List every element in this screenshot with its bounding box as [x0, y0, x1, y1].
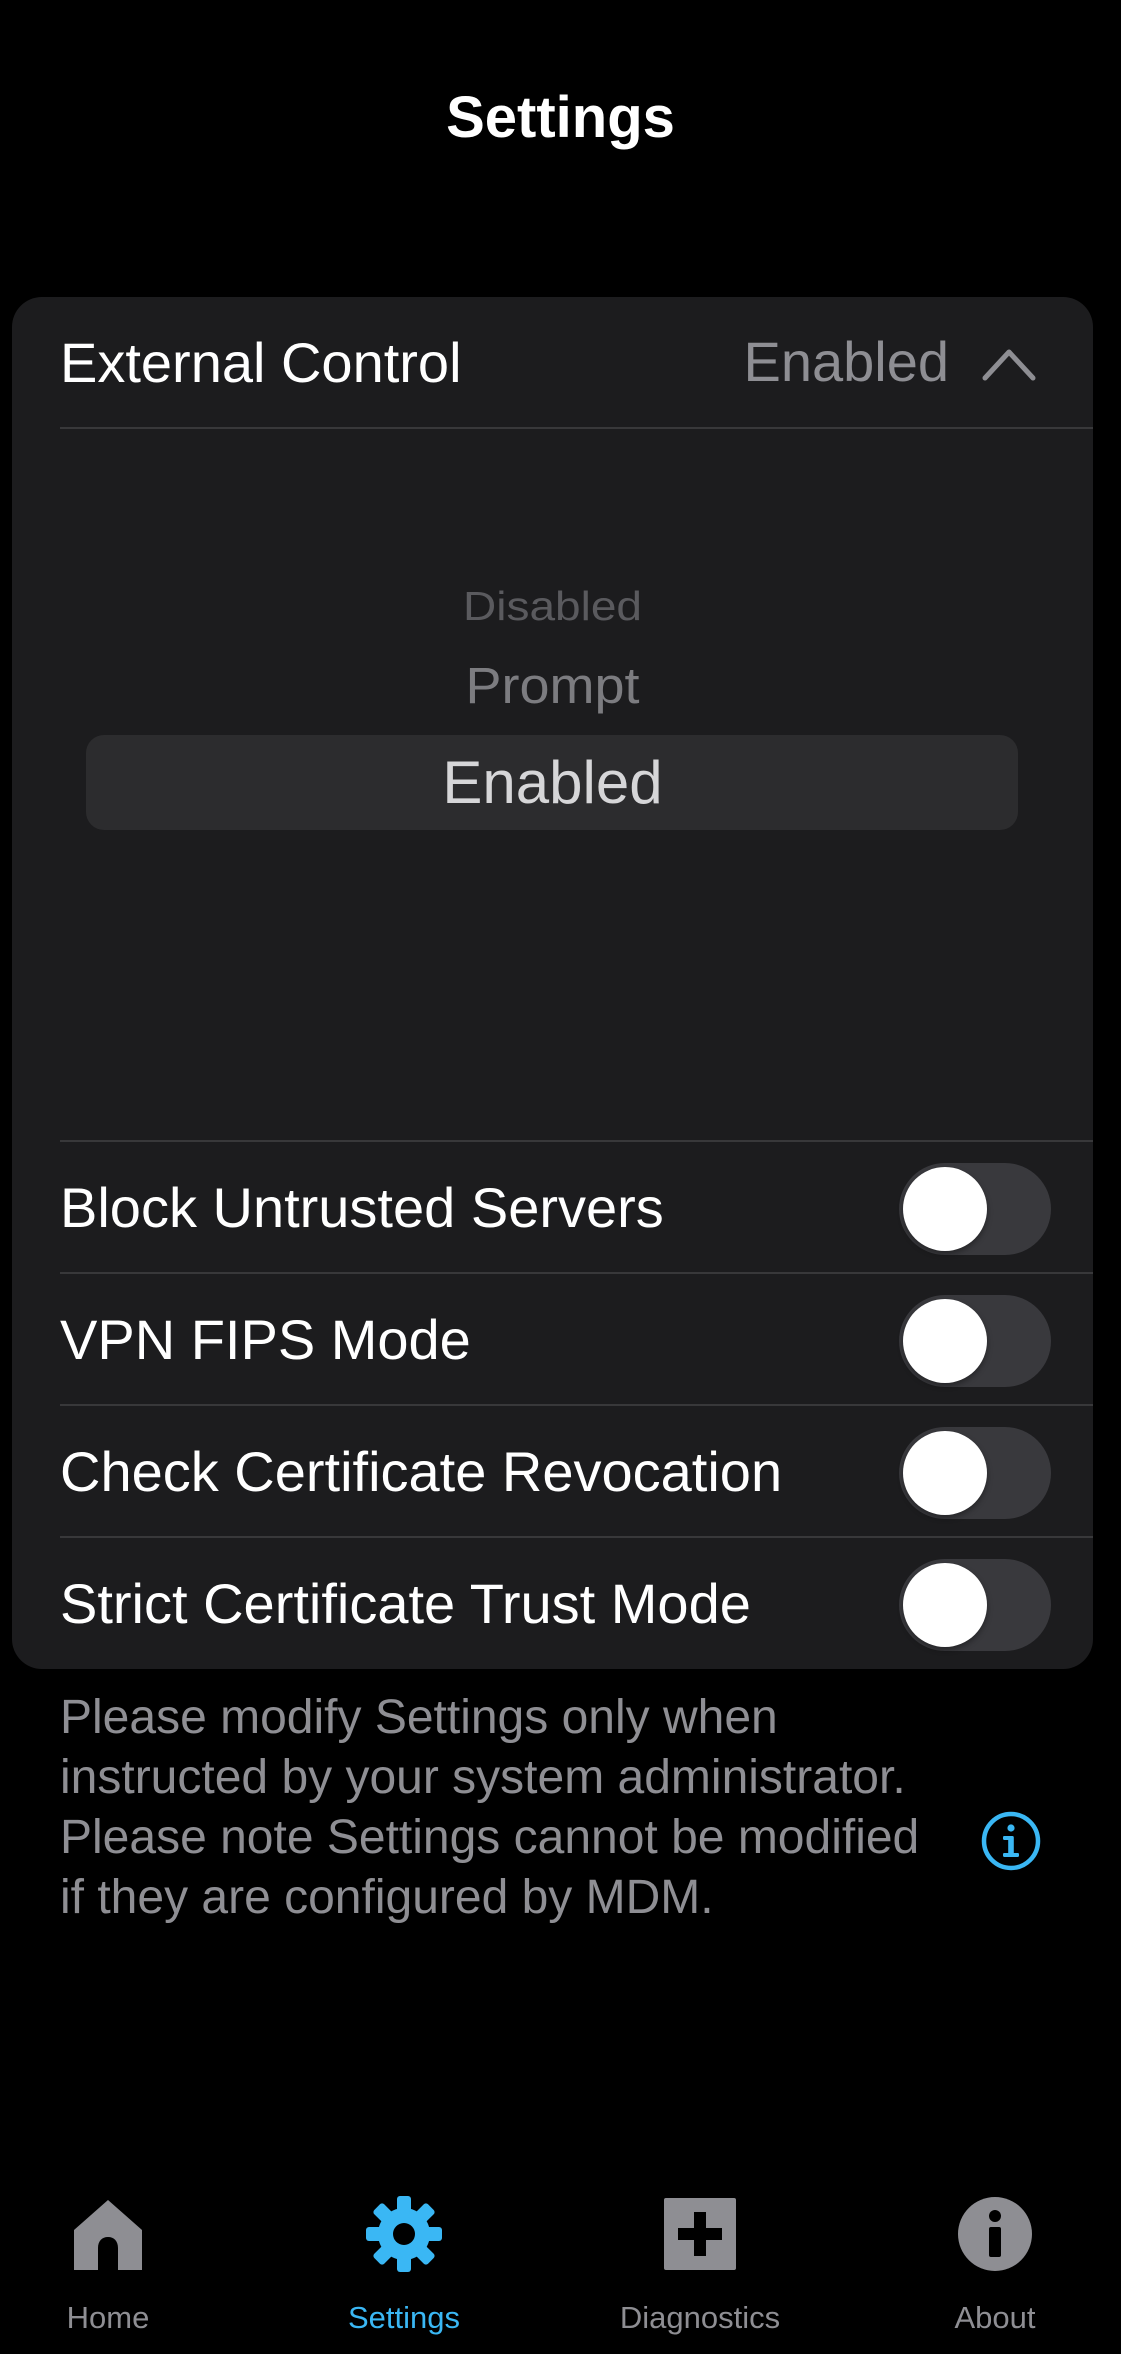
diagnostics-icon [664, 2198, 736, 2270]
toggle-label: Check Certificate Revocation [60, 1440, 783, 1503]
toggle-label: VPN FIPS Mode [60, 1308, 471, 1371]
tab-label: Diagnostics [619, 2300, 781, 2335]
settings-card: External Control Enabled Disabled Prompt… [12, 297, 1093, 1669]
about-icon [958, 2197, 1032, 2271]
external-control-value: Enabled [743, 330, 949, 393]
tab-bar: Home Settings Diagnostics About [0, 2190, 1121, 2354]
tab-label: Home [66, 2300, 150, 2335]
external-control-picker[interactable]: Disabled Prompt Enabled [12, 428, 1093, 1140]
info-icon[interactable] [980, 1810, 1042, 1872]
tab-diagnostics[interactable]: Diagnostics [580, 2190, 820, 2354]
toggle-knob [903, 1431, 987, 1515]
tab-home[interactable]: Home [0, 2190, 228, 2354]
check-certificate-revocation-toggle[interactable] [899, 1427, 1051, 1519]
tab-settings[interactable]: Settings [284, 2190, 524, 2354]
external-control-label: External Control [60, 331, 462, 394]
page-title: Settings [446, 85, 675, 150]
settings-disclaimer-text: Please modify Settings only when instruc… [60, 1691, 920, 1924]
toggle-row-check-certificate-revocation: Check Certificate Revocation [60, 1406, 1093, 1538]
toggle-row-vpn-fips-mode: VPN FIPS Mode [60, 1274, 1093, 1406]
toggle-knob [903, 1563, 987, 1647]
vpn-fips-mode-toggle[interactable] [899, 1295, 1051, 1387]
toggle-label: Block Untrusted Servers [60, 1176, 664, 1239]
tab-label: Settings [347, 2300, 460, 2335]
picker-option-enabled[interactable]: Enabled [12, 738, 1093, 828]
tab-label: About [954, 2300, 1036, 2335]
chevron-up-icon[interactable] [981, 340, 1037, 384]
picker-option-disabled[interactable]: Disabled [12, 580, 1093, 633]
toggle-label: Strict Certificate Trust Mode [60, 1572, 751, 1635]
toggle-row-block-untrusted-servers: Block Untrusted Servers [60, 1142, 1093, 1274]
strict-certificate-trust-mode-toggle[interactable] [899, 1559, 1051, 1651]
tab-about[interactable]: About [875, 2190, 1115, 2354]
picker-option-prompt[interactable]: Prompt [12, 652, 1093, 720]
toggle-knob [903, 1299, 987, 1383]
gear-icon [366, 2196, 442, 2272]
block-untrusted-servers-toggle[interactable] [899, 1163, 1051, 1255]
toggle-row-strict-certificate-trust-mode: Strict Certificate Trust Mode [60, 1538, 1093, 1669]
external-control-row[interactable]: External Control Enabled [60, 297, 1093, 429]
toggle-knob [903, 1167, 987, 1251]
home-icon [74, 2200, 142, 2270]
